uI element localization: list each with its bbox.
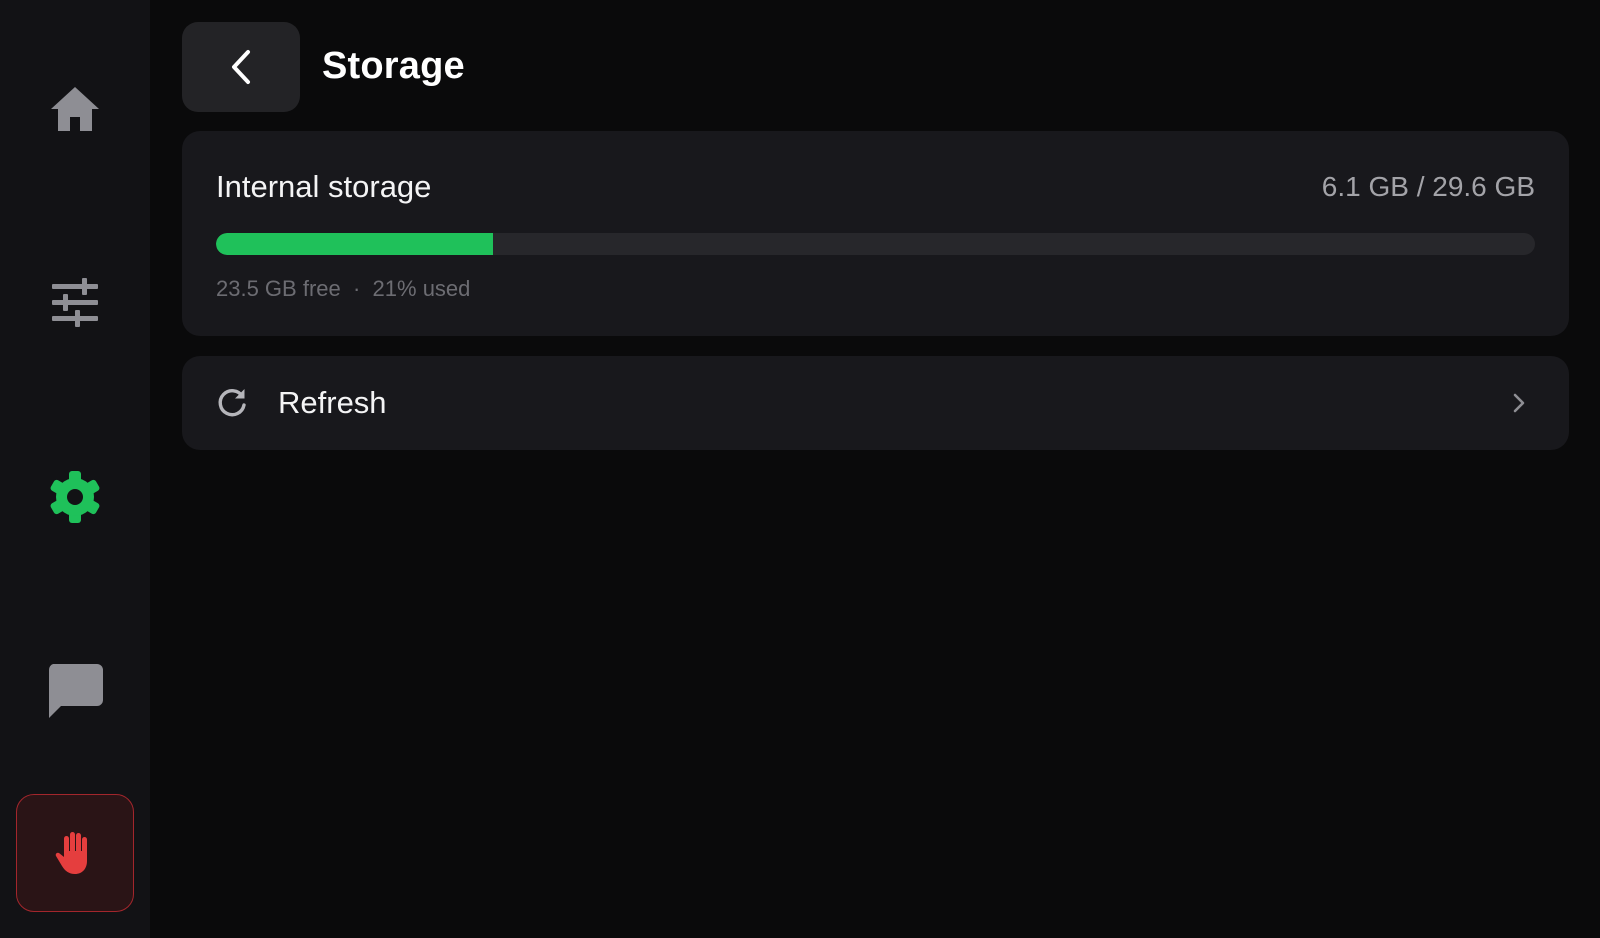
app-root: Storage Internal storage 6.1 GB / 29.6 G… (0, 0, 1600, 938)
sliders-icon (52, 278, 98, 327)
storage-card: Internal storage 6.1 GB / 29.6 GB 23.5 G… (182, 131, 1569, 336)
sidebar-item-chat[interactable] (16, 632, 134, 750)
storage-label: Internal storage (216, 169, 432, 204)
refresh-button[interactable]: Refresh (182, 356, 1569, 450)
sidebar-item-home[interactable] (16, 50, 134, 168)
separator-dot: · (352, 276, 361, 301)
storage-summary: 23.5 GB free · 21% used (216, 274, 470, 304)
home-icon (51, 87, 99, 131)
chevron-right-icon (1513, 393, 1525, 413)
sidebar-item-controls[interactable] (16, 244, 134, 362)
back-button[interactable] (182, 22, 300, 112)
storage-usage: 6.1 GB / 29.6 GB (1321, 171, 1535, 202)
refresh-icon (218, 389, 246, 417)
storage-progress-bar (216, 233, 1535, 255)
sidebar (0, 0, 150, 938)
gear-icon (50, 471, 100, 523)
hand-stop-icon (55, 832, 87, 874)
storage-progress-fill (216, 233, 493, 255)
chevron-left-icon (232, 50, 250, 84)
page-title: Storage (322, 45, 465, 87)
chat-bubble-icon (48, 664, 103, 718)
storage-free: 23.5 GB free (216, 276, 341, 301)
stop-button[interactable] (16, 794, 134, 912)
storage-used: 21% used (372, 276, 471, 301)
sidebar-item-settings[interactable] (16, 438, 134, 556)
refresh-label: Refresh (278, 385, 387, 420)
